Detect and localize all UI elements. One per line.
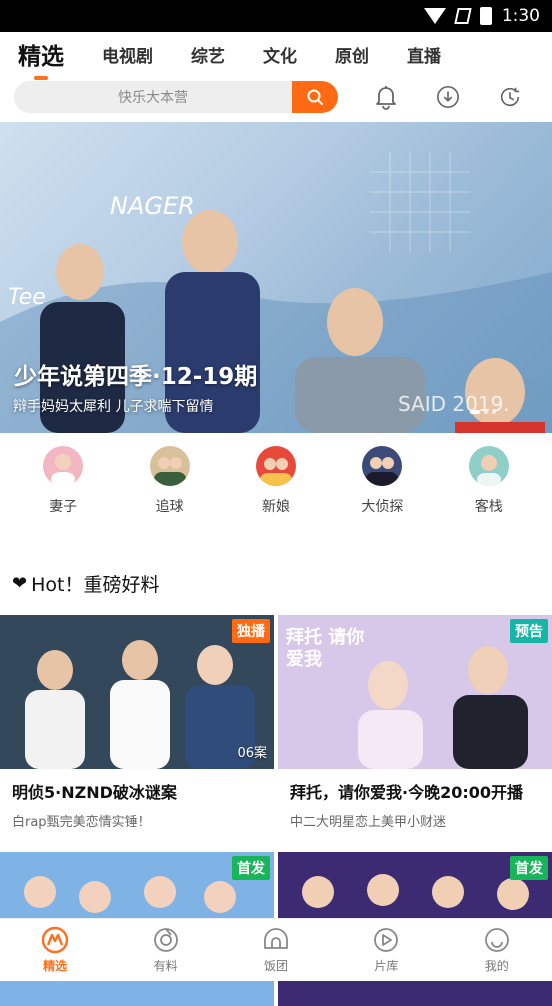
card-badge: 首发 xyxy=(232,856,270,880)
banner-title: 少年说第四季·12-19期 xyxy=(14,364,258,390)
nav-library[interactable]: 片库 xyxy=(346,926,426,974)
history-icon[interactable] xyxy=(498,85,522,109)
fan-club-icon xyxy=(262,926,290,954)
search-placeholder: 快乐大本营 xyxy=(118,90,188,106)
tab-original[interactable]: 原创 xyxy=(335,42,369,67)
smile-icon xyxy=(483,926,511,954)
card-episode: 06案 xyxy=(237,746,267,761)
search-row: 快乐大本营 xyxy=(14,80,544,114)
show-avatar xyxy=(255,446,296,486)
nav-feed[interactable]: 有料 xyxy=(126,926,206,974)
quick-link-label: 追球 xyxy=(155,499,184,515)
pager-dot xyxy=(492,410,496,414)
quick-link-label: 大侦探 xyxy=(361,499,404,515)
mango-logo-icon xyxy=(41,926,69,954)
nav-fan-club[interactable]: 饭团 xyxy=(236,926,316,974)
section-title: ❤ Hot！重磅好料 xyxy=(12,570,159,597)
hero-banner[interactable]: Tee NAGER SAID 2019. 少年说第四季·12-19期 辩手妈妈太… xyxy=(0,122,552,433)
quick-link-label: 妻子 xyxy=(49,499,78,515)
nav-label: 片库 xyxy=(374,959,399,973)
show-avatar xyxy=(468,446,509,486)
tab-culture[interactable]: 文化 xyxy=(263,42,297,67)
section-title-text: Hot！重磅好料 xyxy=(31,574,160,596)
quick-link-wife[interactable]: 妻子 xyxy=(23,446,103,526)
banner-pager xyxy=(470,410,496,414)
tab-tv-series[interactable]: 电视剧 xyxy=(102,42,153,67)
pager-dot xyxy=(484,410,488,414)
card-subtitle: 中二大明星恋上美甲小财迷 xyxy=(290,815,447,830)
tab-featured[interactable]: 精选 xyxy=(18,37,64,71)
channel-tabs: 精选 电视剧 综艺 文化 原创 直播 xyxy=(0,32,552,76)
nav-label: 饭团 xyxy=(263,959,288,973)
search-input[interactable]: 快乐大本营 xyxy=(14,81,338,113)
show-avatar xyxy=(43,446,84,486)
banner-subtitle: 辩手妈妈太犀利 儿子求喘下留情 xyxy=(13,399,214,415)
heart-icon: ❤ xyxy=(12,573,28,594)
signal-icon xyxy=(454,8,472,24)
tab-variety[interactable]: 综艺 xyxy=(191,42,225,67)
card-title: 明侦5·NZND破冰谜案 xyxy=(12,783,177,802)
top-actions xyxy=(374,85,522,110)
nav-label: 精选 xyxy=(43,959,68,973)
quick-links: 妻子 追球 新娘 大侦探 客栈 xyxy=(0,446,552,526)
content-card[interactable]: 拜托 请你爱我 预告 拜托，请你爱我·今晚20:00开播 中二大明星恋上美甲小财… xyxy=(278,615,552,830)
quick-link-detective[interactable]: 大侦探 xyxy=(342,446,422,526)
download-icon[interactable] xyxy=(436,85,460,109)
card-badge: 预告 xyxy=(510,619,548,643)
tab-live[interactable]: 直播 xyxy=(407,42,441,67)
card-subtitle: 白rap甄完美恋情实锤！ xyxy=(12,815,151,830)
quick-link-ball[interactable]: 追球 xyxy=(130,446,210,526)
bottom-nav: 精选 有料 饭团 片库 我的 xyxy=(0,918,552,981)
pager-dot xyxy=(470,410,480,414)
battery-icon xyxy=(479,7,492,25)
card-thumbnail: 拜托 请你爱我 预告 xyxy=(278,615,552,769)
quick-link-inn[interactable]: 客栈 xyxy=(449,446,529,526)
card-thumbnail: 独播 06案 xyxy=(0,615,274,769)
card-badge: 首发 xyxy=(510,856,548,880)
show-avatar xyxy=(362,446,403,486)
banner-art-text-top: NAGER xyxy=(110,192,195,220)
search-button[interactable] xyxy=(292,81,338,113)
nav-label: 有料 xyxy=(153,959,178,973)
card-badge: 独播 xyxy=(232,619,270,643)
feed-icon xyxy=(152,926,180,954)
card-art-text: 拜托 请你爱我 xyxy=(286,627,365,670)
status-bar: 1:30 xyxy=(0,0,552,32)
nav-profile[interactable]: 我的 xyxy=(457,926,537,974)
banner-art-text-left: Tee xyxy=(8,285,46,310)
wifi-icon xyxy=(423,8,446,24)
quick-link-bride[interactable]: 新娘 xyxy=(236,446,316,526)
content-card[interactable]: 独播 06案 明侦5·NZND破冰谜案 白rap甄完美恋情实锤！ xyxy=(0,615,274,830)
nav-label: 我的 xyxy=(484,959,509,973)
play-icon xyxy=(372,926,400,954)
card-title: 拜托，请你爱我·今晚20:00开播 xyxy=(290,783,524,802)
bell-icon[interactable] xyxy=(374,85,398,110)
quick-link-label: 新娘 xyxy=(261,499,290,515)
nav-featured[interactable]: 精选 xyxy=(15,926,95,974)
clock: 1:30 xyxy=(501,6,540,26)
quick-link-label: 客栈 xyxy=(474,499,503,515)
search-icon xyxy=(307,89,323,105)
show-avatar xyxy=(149,446,190,486)
